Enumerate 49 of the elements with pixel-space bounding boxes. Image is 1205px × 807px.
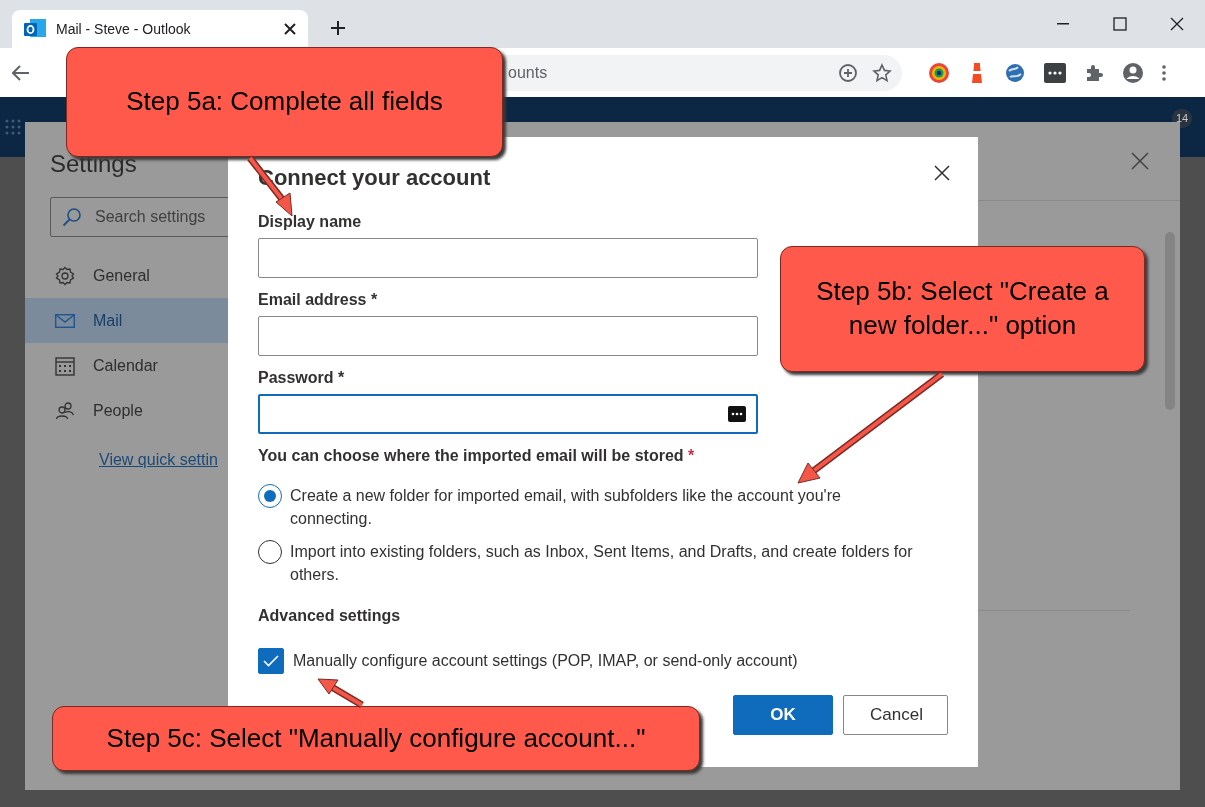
checkbox-label[interactable]: Manually configure account settings (POP, IMAP, or send-only account): [293, 649, 798, 673]
calendar-icon: [55, 355, 75, 376]
close-icon[interactable]: [1169, 17, 1184, 31]
tab-title: Mail - Steve - Outlook: [56, 19, 192, 39]
minimize-icon[interactable]: [1056, 23, 1069, 25]
close-icon[interactable]: [284, 23, 296, 35]
storage-question: You can choose where the imported email will be stored *: [258, 446, 696, 466]
cancel-button[interactable]: Cancel: [843, 695, 948, 735]
password-manager-icon[interactable]: [1044, 62, 1066, 83]
input-field[interactable]: [258, 394, 758, 434]
browser-tab[interactable]: Mail - Steve - Outlook: [12, 10, 308, 48]
option-label[interactable]: Create a new folder for imported email, with subfolders like the account you're connecting.: [290, 484, 920, 530]
address-text: ounts: [508, 62, 549, 83]
quick-settings-link[interactable]: View quick settin: [99, 448, 218, 472]
callout: Step 5c: Select "Manually configure account...": [52, 706, 700, 771]
required-mark: *: [688, 447, 695, 464]
password-reveal-icon[interactable]: [728, 406, 746, 422]
menu-icon[interactable]: [1162, 64, 1166, 81]
input-field[interactable]: [258, 238, 758, 278]
checkmark-icon: [263, 655, 279, 667]
nav-item[interactable]: General: [25, 253, 235, 298]
puzzle-icon[interactable]: [1084, 62, 1104, 83]
option-label[interactable]: Import into existing folders, such as Inbox, Sent Items, and Drafts, and create folders for others.: [290, 540, 920, 586]
maximize-icon[interactable]: [1112, 17, 1127, 31]
mail-icon: [55, 313, 75, 328]
profile-icon[interactable]: [1122, 61, 1144, 84]
globe-icon[interactable]: [1004, 61, 1026, 84]
extension-icon[interactable]: [928, 61, 950, 84]
section-heading: Advanced settings: [258, 606, 402, 626]
address-bar[interactable]: ounts: [502, 54, 902, 91]
arrow: [317, 678, 364, 708]
zoom-icon[interactable]: [838, 62, 858, 83]
outlook-icon: [24, 19, 46, 39]
field-label: Email address *: [258, 290, 378, 310]
people-icon: [55, 400, 75, 421]
nav-item[interactable]: Calendar: [25, 343, 235, 388]
star-icon[interactable]: [872, 62, 892, 83]
back-icon[interactable]: [12, 64, 30, 81]
gear-icon: [55, 265, 75, 286]
callout: Step 5a: Complete all fields: [66, 47, 503, 157]
callout: Step 5b: Select "Create a new folder..." option: [780, 246, 1145, 372]
nav-item[interactable]: People: [25, 388, 235, 433]
field-label: Password *: [258, 368, 345, 388]
new-tab-icon[interactable]: [330, 20, 346, 36]
input-field[interactable]: [258, 316, 758, 356]
search-icon: [62, 207, 82, 227]
close-icon[interactable]: [934, 165, 950, 181]
checkbox[interactable]: [258, 648, 284, 674]
ok-button[interactable]: OK: [733, 695, 833, 735]
